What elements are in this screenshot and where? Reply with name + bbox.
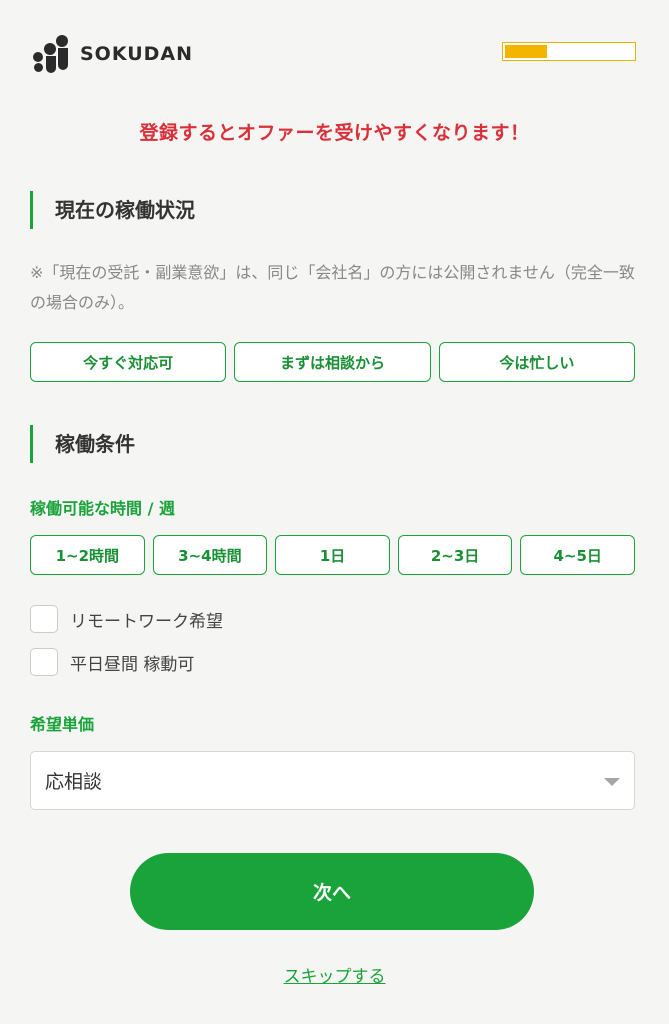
remote-work-checkbox[interactable] <box>30 605 58 633</box>
privacy-note: ※「現在の受託・副業意欲」は、同じ「会社名」の方には公開されません（完全一致の場… <box>30 263 635 312</box>
weekday-daytime-checkbox-row[interactable]: 平日昼間 稼動可 <box>30 647 194 677</box>
promo-message: 登録するとオファーを受けやすくなります！ <box>139 122 530 144</box>
hours-label: 稼働可能な時間 / 週 <box>30 499 175 518</box>
registration-progress-bar <box>502 42 636 61</box>
hours-option-2-3d[interactable]: 2~3日 <box>397 535 513 575</box>
section-title-status: 現在の稼働状況 <box>30 191 195 229</box>
hours-option-4-5d[interactable]: 4~5日 <box>520 535 635 575</box>
chevron-down-icon <box>604 778 620 786</box>
remote-work-label: リモートワーク希望 <box>70 611 223 632</box>
status-option-busy[interactable]: 今は忙しい <box>438 342 635 382</box>
logo-text: SOKUDAN <box>80 43 194 65</box>
remote-work-checkbox-row[interactable]: リモートワーク希望 <box>30 604 223 634</box>
rate-label: 希望単価 <box>30 715 95 734</box>
hours-options: 1~2時間 3~4時間 1日 2~3日 4~5日 <box>30 535 635 575</box>
progress-fill <box>505 45 548 58</box>
rate-select[interactable]: 応相談 <box>30 751 635 810</box>
hours-option-1-2h[interactable]: 1~2時間 <box>30 535 145 575</box>
rate-select-value: 応相談 <box>45 771 103 793</box>
header: SOKUDAN <box>32 34 636 74</box>
skip-link[interactable]: スキップする <box>0 962 669 987</box>
status-option-available-now[interactable]: 今すぐ対応可 <box>30 342 227 382</box>
weekday-daytime-checkbox[interactable] <box>30 648 58 676</box>
logo[interactable]: SOKUDAN <box>32 34 193 74</box>
sokudan-logo-icon <box>33 35 68 73</box>
hours-option-3-4h[interactable]: 3~4時間 <box>152 535 268 575</box>
status-options: 今すぐ対応可 まずは相談から 今は忙しい <box>30 342 635 382</box>
section-title-conditions: 稼働条件 <box>30 425 135 463</box>
status-option-consult-first[interactable]: まずは相談から <box>234 342 431 382</box>
next-button[interactable]: 次へ <box>130 853 534 930</box>
weekday-daytime-label: 平日昼間 稼動可 <box>70 654 195 675</box>
hours-option-1d[interactable]: 1日 <box>275 535 390 575</box>
